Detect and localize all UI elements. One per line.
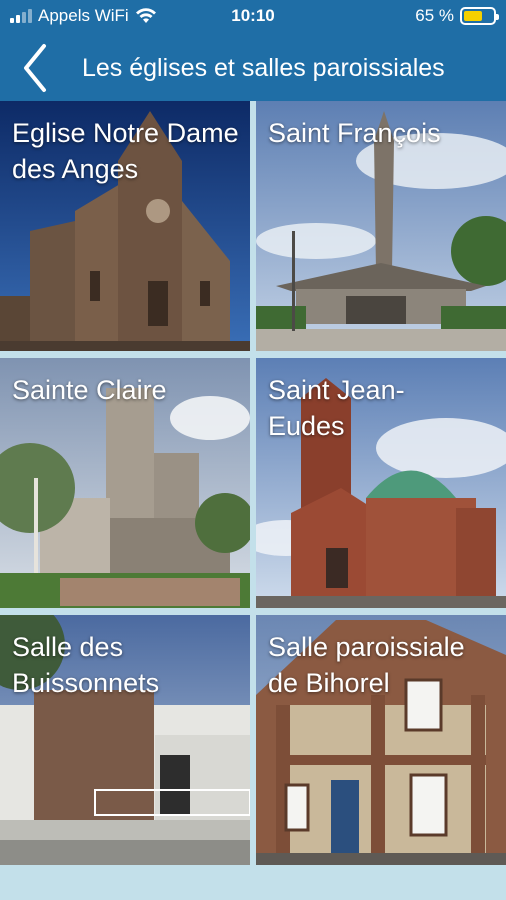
tile-saint-francois[interactable]: Saint François xyxy=(256,101,506,351)
app-header: Appels WiFi 10:10 65 % Les églises et sa… xyxy=(0,0,506,101)
status-bar: Appels WiFi 10:10 65 % xyxy=(0,0,506,34)
tile-label: Saint Jean-Eudes xyxy=(268,375,405,441)
battery-icon xyxy=(460,7,499,25)
page-title: Les églises et salles paroissiales xyxy=(82,54,445,82)
tile-sainte-claire[interactable]: Sainte Claire xyxy=(0,358,250,608)
tile-label: Sainte Claire xyxy=(12,375,167,405)
tile-salle-des-buissonnets[interactable]: Salle des Buissonnets xyxy=(0,615,250,865)
battery-percent: 65 % xyxy=(415,6,454,25)
back-chevron-icon[interactable] xyxy=(18,42,52,94)
tile-salle-paroissiale-bihorel[interactable]: Salle paroissiale de Bihorel xyxy=(256,615,506,865)
tile-label: Eglise Notre Dame des Anges xyxy=(12,118,239,184)
tile-notre-dame-des-anges[interactable]: Eglise Notre Dame des Anges xyxy=(0,101,250,351)
tile-label: Salle des Buissonnets xyxy=(12,632,160,698)
tile-label: Salle paroissiale de Bihorel xyxy=(268,632,465,698)
tile-saint-jean-eudes[interactable]: Saint Jean-Eudes xyxy=(256,358,506,608)
tile-label: Saint François xyxy=(268,118,441,148)
